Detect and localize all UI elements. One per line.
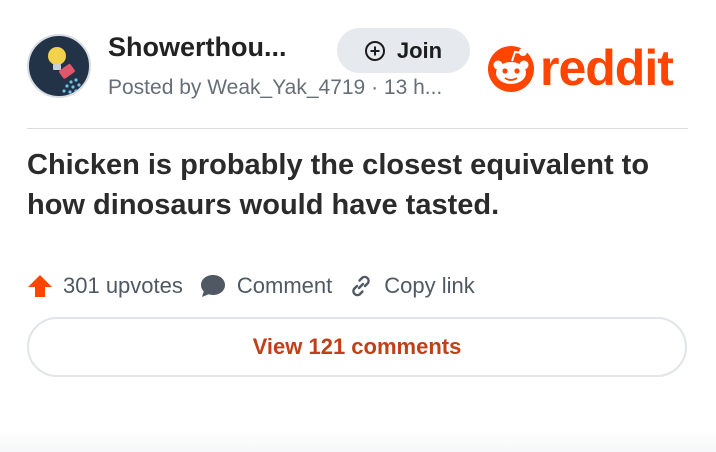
bottom-edge [0, 430, 716, 452]
post-meta: Posted by Weak_Yak_4719 · 13 h... [108, 76, 443, 99]
upvote-button[interactable]: 301 upvotes [27, 273, 183, 299]
reddit-wordmark: reddit [540, 40, 674, 96]
upvote-arrow-icon [28, 275, 52, 297]
subreddit-avatar-icon[interactable] [27, 34, 91, 98]
comment-label: Comment [236, 273, 333, 298]
subreddit-name[interactable]: Showerthou... [108, 32, 287, 63]
upvote-count: 301 upvotes [63, 273, 183, 298]
reddit-logo: reddit [486, 38, 674, 98]
copy-link-label: Copy link [384, 273, 475, 298]
reddit-snoo-icon [488, 46, 534, 92]
divider [27, 128, 688, 129]
copy-link-button[interactable]: Copy link [348, 273, 475, 299]
join-button-label: Join [396, 37, 443, 63]
comment-button[interactable]: Comment [199, 272, 332, 300]
join-button[interactable]: Join [337, 28, 470, 73]
post-title[interactable]: Chicken is probably the closest equivale… [27, 145, 687, 225]
link-icon [352, 275, 370, 297]
post-actions: 301 upvotes Comment Copy link [27, 266, 475, 306]
comment-bubble-icon [200, 275, 225, 297]
view-comments-button[interactable]: View 121 comments [27, 317, 687, 377]
plus-circle-icon [364, 40, 385, 61]
